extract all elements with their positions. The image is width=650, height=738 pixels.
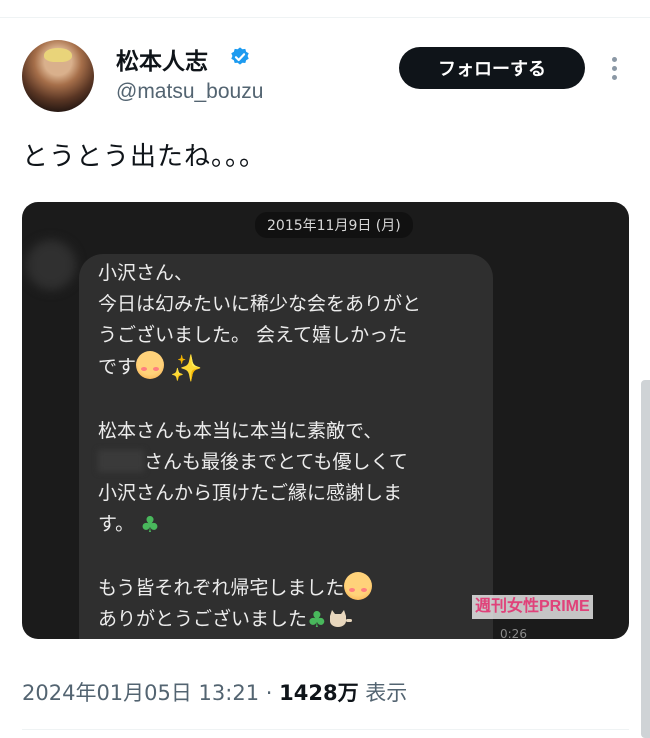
smiling-face-icon	[344, 572, 373, 600]
smiling-face-icon	[136, 351, 165, 379]
redaction-blur	[98, 450, 144, 472]
message-line: もう皆それぞれ帰宅しました	[98, 577, 345, 599]
views-count: 1428万	[279, 681, 359, 705]
video-duration: 0:26	[500, 627, 527, 639]
message-text: 小沢さん、 今日は幻みたいに稀少な会をありがと うございました。 会えて嬉しかっ…	[98, 258, 488, 636]
message-line: 松本さんも本当に本当に素敵で、	[98, 420, 383, 442]
more-vertical-icon[interactable]	[605, 54, 623, 86]
tweet-meta: 2024年01月05日 13:21 · 1428万 表示	[22, 677, 407, 707]
scrollbar[interactable]	[641, 380, 650, 738]
user-handle[interactable]: @matsu_bouzu	[116, 80, 263, 104]
message-line: 小沢さん、	[98, 262, 194, 284]
bottom-divider	[22, 729, 629, 730]
top-divider	[0, 17, 650, 18]
message-line: です	[98, 356, 137, 378]
message-line: 今日は幻みたいに稀少な会をありがと	[98, 293, 422, 315]
meta-separator: ·	[265, 681, 273, 705]
watermark: 週刊女性PRIME	[472, 595, 593, 619]
verified-badge-icon	[231, 47, 249, 65]
avatar[interactable]	[22, 40, 94, 112]
cat-icon	[329, 610, 352, 627]
clover-icon: ♣	[307, 608, 327, 633]
sparkles-icon: ✨	[170, 354, 203, 384]
display-name[interactable]: 松本人志	[116, 42, 208, 76]
tweet-media[interactable]: 2015年11月9日 (月) 小沢さん、 今日は幻みたいに稀少な会をありがと う…	[22, 202, 629, 639]
tweet-text: とうとう出たね。。。	[22, 142, 267, 172]
views-label: 表示	[365, 681, 408, 705]
follow-button[interactable]: フォローする	[399, 47, 585, 89]
message-line: す。	[98, 513, 135, 535]
tweet-timestamp[interactable]: 2024年01月05日 13:21	[22, 681, 259, 705]
message-line: ありがとうございました	[98, 608, 308, 630]
message-line: さんも最後までとても優しくて	[144, 451, 408, 473]
blurred-avatar	[26, 240, 76, 290]
clover-icon: ♣	[140, 513, 160, 538]
message-line: 小沢さんから頂けたご縁に感謝しま	[98, 482, 403, 504]
message-line: うございました。 会えて嬉しかった	[98, 324, 408, 346]
date-label: 2015年11月9日 (月)	[255, 212, 413, 238]
